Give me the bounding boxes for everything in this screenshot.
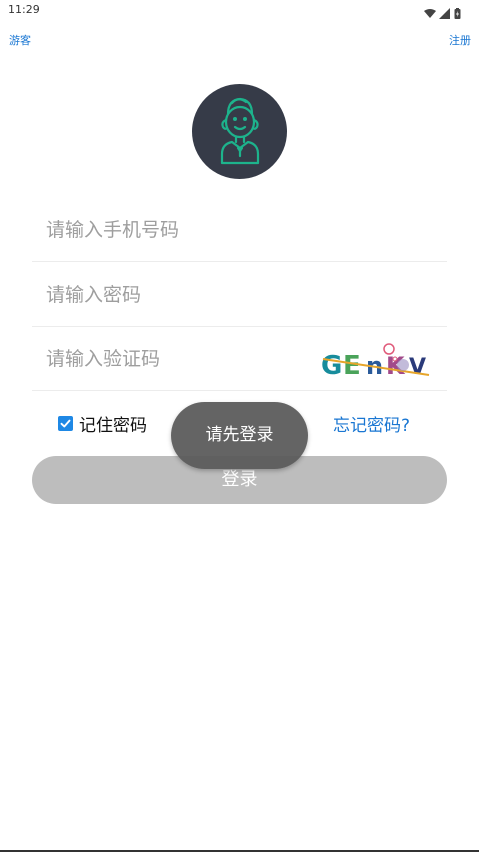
avatar [192, 84, 287, 179]
toast-message: 请先登录 [171, 402, 308, 469]
password-input[interactable] [46, 273, 316, 317]
remember-label: 记住密码 [79, 415, 147, 436]
user-avatar-icon [220, 97, 260, 165]
captcha-image[interactable]: G E n K V [321, 341, 437, 383]
battery-icon [454, 4, 461, 19]
guest-link[interactable]: 游客 [9, 32, 31, 48]
phone-field [32, 198, 447, 262]
password-field [32, 263, 447, 327]
svg-text:V: V [409, 355, 426, 380]
status-icons [424, 4, 461, 19]
status-time: 11:29 [8, 3, 40, 16]
status-bar: 11:29 [0, 0, 479, 20]
forgot-password-link[interactable]: 忘记密码? [333, 411, 410, 436]
remember-checkbox[interactable] [58, 415, 73, 431]
phone-input[interactable] [46, 208, 316, 252]
check-icon [60, 419, 71, 427]
register-link[interactable]: 注册 [449, 32, 471, 48]
captcha-field: G E n K V [32, 327, 447, 391]
svg-text:G: G [321, 351, 342, 381]
signal-icon [439, 4, 451, 19]
svg-text:E: E [343, 351, 361, 381]
wifi-icon [424, 4, 436, 18]
captcha-input[interactable] [46, 337, 316, 381]
remember-password[interactable]: 记住密码 [58, 410, 147, 436]
